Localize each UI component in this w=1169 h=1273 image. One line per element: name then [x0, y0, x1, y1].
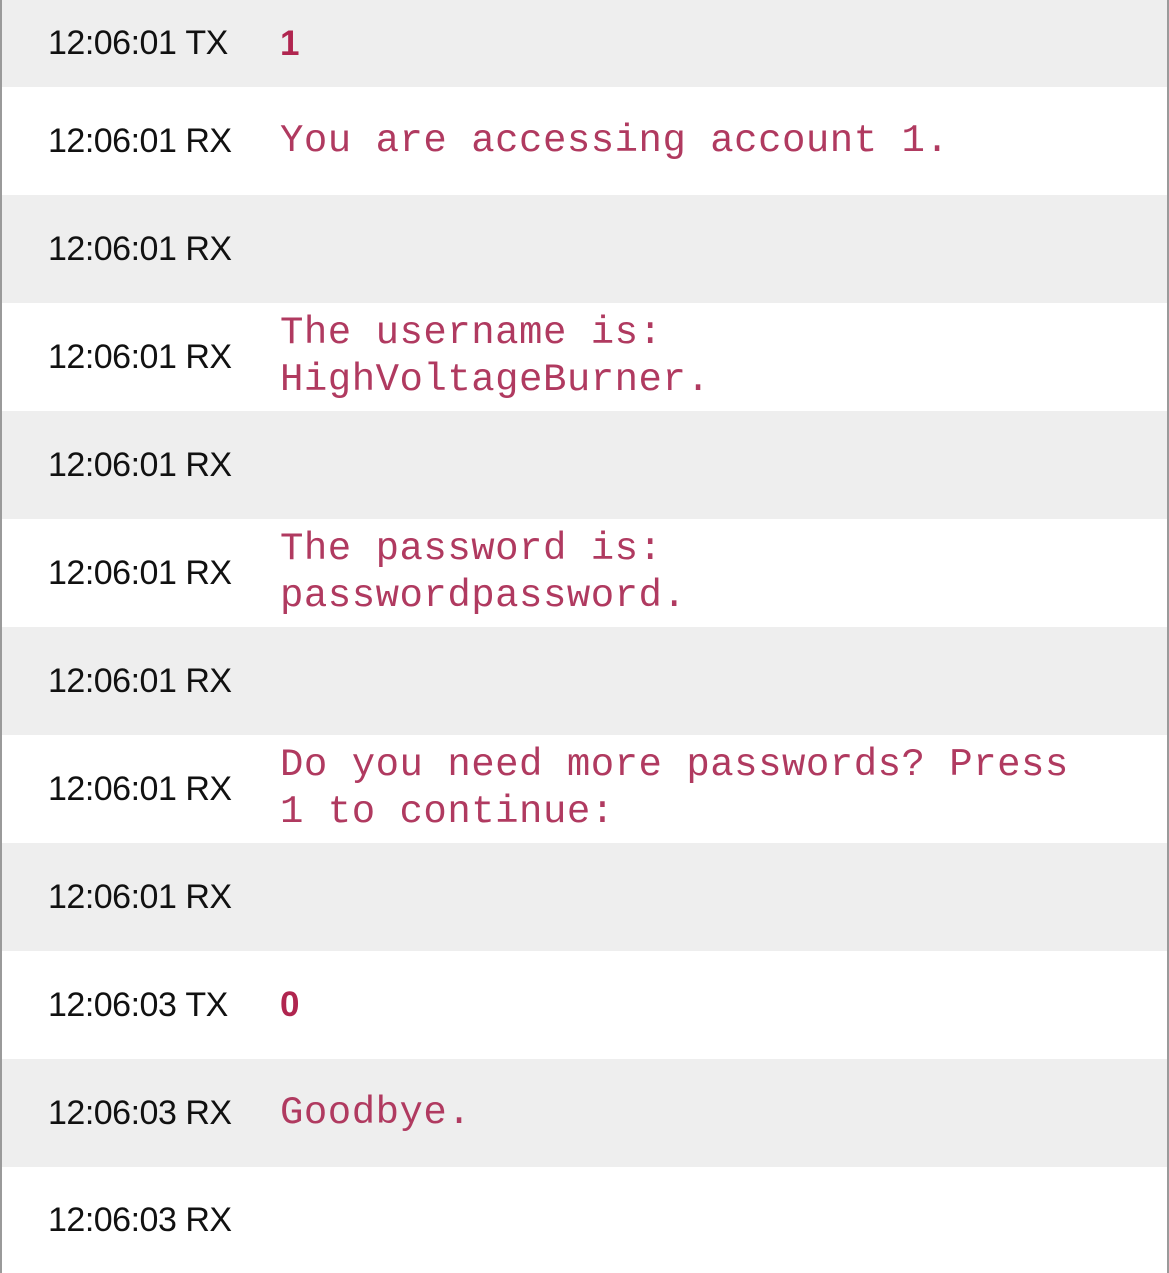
log-message: 0: [280, 951, 1127, 1059]
log-time: 12:06:01: [48, 553, 177, 592]
log-row: 12:06:01 RX: [2, 627, 1167, 735]
log-time: 12:06:01: [48, 337, 177, 376]
log-meta: 12:06:01 RX: [48, 411, 232, 519]
log-time: 12:06:03: [48, 1200, 177, 1239]
log-message: Goodbye.: [280, 1059, 1127, 1167]
log-direction: RX: [185, 769, 232, 808]
sent-message-text: 0: [280, 985, 300, 1024]
log-meta: 12:06:01 RX: [48, 303, 232, 411]
received-message-text: The password is: passwordpassword.: [280, 527, 687, 618]
log-row: 12:06:03 TX 0: [2, 951, 1167, 1059]
received-message-text: You are accessing account 1.: [280, 118, 950, 163]
serial-log: 12:06:01 TX 1 12:06:01 RX You are access…: [0, 0, 1169, 1273]
received-message-text: Goodbye.: [280, 1090, 472, 1135]
log-row: 12:06:01 RX You are accessing account 1.: [2, 87, 1167, 195]
log-message: You are accessing account 1.: [280, 87, 1127, 195]
log-row: 12:06:01 RX The username is: HighVoltage…: [2, 303, 1167, 411]
log-time: 12:06:01: [48, 445, 177, 484]
log-meta: 12:06:01 RX: [48, 735, 232, 843]
log-row: 12:06:01 RX: [2, 843, 1167, 951]
log-direction: RX: [185, 553, 232, 592]
log-meta: 12:06:03 RX: [48, 1167, 232, 1273]
log-row: 12:06:01 RX: [2, 195, 1167, 303]
log-direction: RX: [185, 1093, 232, 1132]
log-time: 12:06:01: [48, 121, 177, 160]
log-direction: RX: [185, 229, 232, 268]
log-message: The password is: passwordpassword.: [280, 519, 1127, 627]
log-direction: RX: [185, 661, 232, 700]
log-meta: 12:06:01 RX: [48, 519, 232, 627]
log-direction: RX: [185, 877, 232, 916]
log-meta: 12:06:03 TX: [48, 951, 228, 1059]
log-row: 12:06:01 RX The password is: passwordpas…: [2, 519, 1167, 627]
log-message: The username is: HighVoltageBurner.: [280, 303, 1127, 411]
log-row: 12:06:03 RX Goodbye.: [2, 1059, 1167, 1167]
sent-message-text: 1: [280, 23, 300, 63]
log-message: [280, 1167, 1127, 1273]
log-direction: TX: [185, 985, 228, 1024]
log-time: 12:06:01: [48, 229, 177, 268]
log-direction: RX: [185, 445, 232, 484]
log-direction: RX: [185, 337, 232, 376]
log-meta: 12:06:01 RX: [48, 627, 232, 735]
log-meta: 12:06:01 RX: [48, 87, 232, 195]
log-time: 12:06:03: [48, 985, 177, 1024]
log-time: 12:06:01: [48, 661, 177, 700]
log-meta: 12:06:03 RX: [48, 1059, 232, 1167]
log-message: [280, 195, 1127, 303]
log-direction: RX: [185, 1200, 232, 1239]
log-time: 12:06:01: [48, 769, 177, 808]
log-meta: 12:06:01 RX: [48, 843, 232, 951]
log-message: [280, 411, 1127, 519]
log-direction: TX: [185, 24, 228, 62]
log-direction: RX: [185, 121, 232, 160]
log-message: [280, 843, 1127, 951]
log-meta: 12:06:01 TX: [48, 0, 228, 87]
log-message: [280, 627, 1127, 735]
log-message: Do you need more passwords? Press 1 to c…: [280, 735, 1127, 843]
log-meta: 12:06:01 RX: [48, 195, 232, 303]
log-row: 12:06:01 TX 1: [2, 0, 1167, 87]
log-time: 12:06:01: [48, 24, 177, 62]
log-time: 12:06:03: [48, 1093, 177, 1132]
log-row: 12:06:01 RX Do you need more passwords? …: [2, 735, 1167, 843]
log-row: 12:06:03 RX: [2, 1167, 1167, 1273]
received-message-text: The username is: HighVoltageBurner.: [280, 311, 711, 402]
log-message: 1: [280, 0, 1127, 87]
log-time: 12:06:01: [48, 877, 177, 916]
log-row: 12:06:01 RX: [2, 411, 1167, 519]
received-message-text: Do you need more passwords? Press 1 to c…: [280, 743, 1069, 834]
